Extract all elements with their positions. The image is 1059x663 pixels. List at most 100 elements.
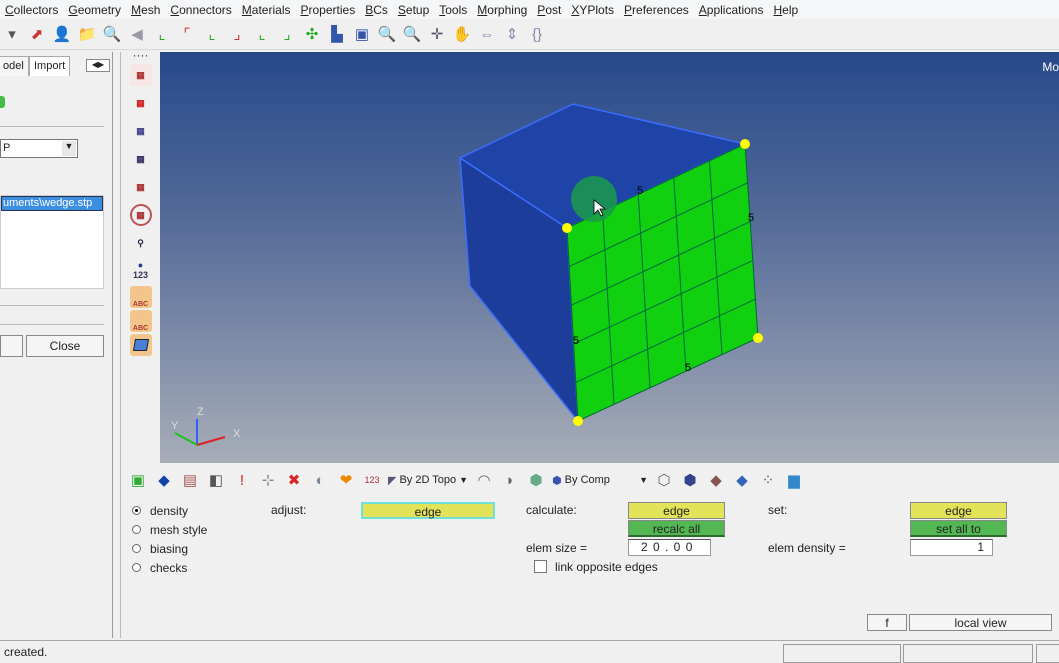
- find-elements-icon[interactable]: ▦: [130, 92, 152, 114]
- divider: [0, 126, 104, 127]
- horizontal-arrows-icon[interactable]: ⇔: [477, 24, 497, 44]
- chevron-down-icon[interactable]: ▼: [62, 141, 76, 156]
- user-icon[interactable]: 👤: [52, 24, 72, 44]
- x-axis: [196, 436, 226, 446]
- menu-applications[interactable]: Applications: [694, 3, 769, 17]
- element-shaded-icon[interactable]: ◆: [732, 470, 752, 490]
- apply-button[interactable]: [0, 335, 23, 357]
- view-yz-icon[interactable]: ⌞: [252, 24, 272, 44]
- view-xz-icon[interactable]: ⌞: [202, 24, 222, 44]
- menu-setup[interactable]: Setup: [393, 3, 434, 17]
- load-collectors-icon[interactable]: ▤: [180, 470, 200, 490]
- view-yx-icon[interactable]: ⌜: [177, 24, 197, 44]
- components-icon[interactable]: ▣: [128, 470, 148, 490]
- menu-mesh[interactable]: Mesh: [126, 3, 165, 17]
- menu-tools[interactable]: Tools: [434, 3, 472, 17]
- element-shrink-icon[interactable]: ◆: [706, 470, 726, 490]
- mode-label: checks: [150, 561, 188, 575]
- set-all-to-button[interactable]: set all to: [910, 520, 1007, 537]
- comp-color-select[interactable]: ⬢ By Comp ▼: [552, 474, 648, 487]
- graphics-viewport[interactable]: 5 5 5 5 Z X Y Mo: [160, 52, 1059, 463]
- shade-icon[interactable]: ◐: [310, 470, 330, 490]
- menu-xyplots[interactable]: XYPlots: [566, 3, 619, 17]
- recalc-all-button[interactable]: recalc all: [628, 520, 725, 537]
- isolate-icon[interactable]: ▦: [129, 204, 152, 226]
- numbering-icon[interactable]: ● 123: [130, 260, 152, 280]
- delete-icon[interactable]: ✖: [284, 470, 304, 490]
- export-icon[interactable]: ⬈: [27, 24, 47, 44]
- menu-collectors[interactable]: Collectors: [0, 3, 63, 17]
- local-view-button[interactable]: local view: [909, 614, 1052, 631]
- zoom-out-icon[interactable]: 🔍: [402, 24, 422, 44]
- view-zx-icon[interactable]: ⌟: [227, 24, 247, 44]
- reverse-elements-icon[interactable]: ▦: [130, 120, 152, 142]
- vertical-arrows-icon[interactable]: ⇕: [502, 24, 522, 44]
- shaded-surface-icon[interactable]: ◗: [500, 470, 520, 490]
- zoom-in-icon[interactable]: 🔍: [377, 24, 397, 44]
- mode-radio-mesh-style[interactable]: [132, 525, 141, 534]
- chevron-down-icon[interactable]: ▼: [639, 475, 648, 485]
- folder-heart-icon[interactable]: ❤: [336, 470, 356, 490]
- coordinate-systems-icon[interactable]: ⊹: [258, 470, 278, 490]
- mode-radio-biasing[interactable]: [132, 544, 141, 553]
- renumber-icon[interactable]: 123: [362, 470, 382, 490]
- menu-morphing[interactable]: Morphing: [472, 3, 532, 17]
- calculate-edge-button[interactable]: edge: [628, 502, 725, 519]
- dropdown-icon[interactable]: ▾: [2, 24, 22, 44]
- view-zy-icon[interactable]: ⌟: [277, 24, 297, 44]
- abc-label: ABC: [132, 325, 149, 332]
- node-label-icon[interactable]: ABC: [129, 310, 152, 332]
- file-list-item[interactable]: uments\wedge.stp: [1, 196, 103, 211]
- menu-connectors[interactable]: Connectors: [165, 3, 236, 17]
- topo-color-select[interactable]: ◤ By 2D Topo ▼: [388, 474, 468, 487]
- hide-elements-icon[interactable]: ▦: [130, 176, 152, 198]
- isometric-view-icon[interactable]: ✣: [302, 24, 322, 44]
- solid-cube-icon[interactable]: ⬢: [526, 470, 546, 490]
- screen-capture-icon[interactable]: ▣: [352, 24, 372, 44]
- vectors-icon[interactable]: !: [232, 470, 252, 490]
- tab-model[interactable]: odel: [0, 56, 29, 76]
- binoculars-icon[interactable]: ⚲: [130, 232, 152, 254]
- file-type-dropdown[interactable]: P ▼: [0, 139, 78, 158]
- mode-radio-checks[interactable]: [132, 563, 141, 572]
- chevron-down-icon[interactable]: ▼: [459, 475, 468, 485]
- center-icon[interactable]: ✛: [427, 24, 447, 44]
- set-edge-button[interactable]: edge: [910, 502, 1007, 519]
- back-arrow-icon[interactable]: ◀: [127, 24, 147, 44]
- monitor-icon[interactable]: ▆: [784, 470, 804, 490]
- rotate-icon[interactable]: {}: [527, 24, 547, 44]
- topo-icon: ◤: [388, 474, 397, 487]
- menu-geometry[interactable]: Geometry: [63, 3, 126, 17]
- tab-scroll-arrows[interactable]: ◀▶: [86, 59, 110, 72]
- mode-radio-density[interactable]: [132, 506, 141, 515]
- pan-hand-icon[interactable]: ✋: [452, 24, 472, 44]
- tab-import[interactable]: Import: [29, 56, 71, 76]
- menu-materials[interactable]: Materials: [237, 3, 296, 17]
- link-opposite-edges-checkbox[interactable]: [534, 560, 547, 573]
- view-xy-icon[interactable]: ⌞: [152, 24, 172, 44]
- mesh-grid-icon[interactable]: ▦: [130, 148, 152, 170]
- element-label-icon[interactable]: ABC: [129, 286, 152, 308]
- systems-icon[interactable]: ◧: [206, 470, 226, 490]
- zoom-icon[interactable]: 🔍: [102, 24, 122, 44]
- surface-label-icon[interactable]: [129, 334, 152, 356]
- adjust-edge-button[interactable]: edge: [361, 502, 495, 519]
- close-button[interactable]: Close: [26, 335, 104, 357]
- f-button[interactable]: f: [867, 614, 907, 631]
- menu-bcs[interactable]: BCs: [360, 3, 393, 17]
- status-field: [1036, 644, 1059, 663]
- mesh-shaded-icon[interactable]: ⬢: [680, 470, 700, 490]
- mask-elements-icon[interactable]: ▦: [129, 64, 152, 86]
- menu-help[interactable]: Help: [768, 3, 803, 17]
- elem-density-input[interactable]: 1: [910, 539, 993, 556]
- menu-properties[interactable]: Properties: [295, 3, 360, 17]
- mesh-wire-icon[interactable]: ⬡: [654, 470, 674, 490]
- elem-size-input[interactable]: 2 0 . 0 0: [628, 539, 711, 556]
- menu-post[interactable]: Post: [532, 3, 566, 17]
- grid-dots-icon[interactable]: ⁘: [758, 470, 778, 490]
- menu-preferences[interactable]: Preferences: [619, 3, 694, 17]
- wireframe-icon[interactable]: ◠: [474, 470, 494, 490]
- open-folder-icon[interactable]: 📁: [77, 24, 97, 44]
- fit-view-icon[interactable]: ▙: [327, 24, 347, 44]
- assemblies-icon[interactable]: ◆: [154, 470, 174, 490]
